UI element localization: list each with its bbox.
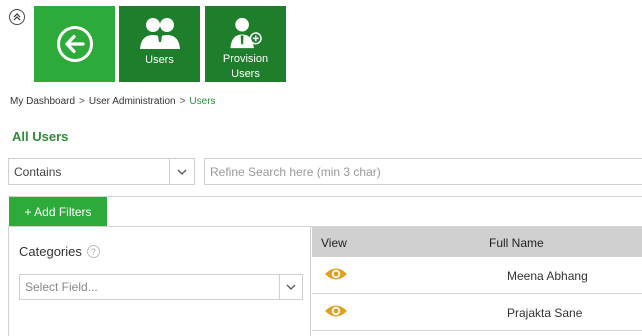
search-mode-select[interactable]: Contains xyxy=(8,158,195,185)
categories-panel: Categories ? Select Field... xyxy=(8,227,311,336)
users-tile-button[interactable]: Users xyxy=(119,6,200,82)
double-chevron-up-icon xyxy=(13,13,21,21)
search-mode-value: Contains xyxy=(14,164,62,179)
breadcrumb-item-dashboard[interactable]: My Dashboard xyxy=(10,96,75,107)
refine-search-input[interactable] xyxy=(204,158,642,185)
users-tile-label: Users xyxy=(145,54,174,66)
breadcrumb: My Dashboard > User Administration > Users xyxy=(10,96,216,107)
table-row[interactable]: Prajakta Sane xyxy=(312,294,642,331)
table-row[interactable]: Meena Abhang xyxy=(312,257,642,294)
users-group-icon xyxy=(139,18,180,49)
breadcrumb-separator: > xyxy=(179,96,186,107)
page-title: All Users xyxy=(12,129,69,144)
users-grid: View Full Name Meena Abhang Prajakta San… xyxy=(312,227,642,336)
provision-users-tile-button[interactable]: Provision Users xyxy=(205,6,286,82)
categories-heading: Categories ? xyxy=(19,244,100,259)
column-header-full-name[interactable]: Full Name xyxy=(489,236,544,250)
provision-tile-label-line2: Users xyxy=(231,68,260,80)
full-name-cell: Prajakta Sane xyxy=(507,306,583,320)
breadcrumb-separator: > xyxy=(79,96,85,107)
breadcrumb-item-current: Users xyxy=(189,96,216,107)
select-field-placeholder: Select Field... xyxy=(25,280,98,294)
chevron-down-icon xyxy=(169,159,194,184)
user-add-icon xyxy=(229,17,262,49)
eye-icon[interactable] xyxy=(324,266,348,282)
help-icon[interactable]: ? xyxy=(86,245,100,258)
collapse-toggle-button[interactable] xyxy=(9,9,25,25)
back-tile-button[interactable] xyxy=(34,6,115,82)
full-name-cell: Meena Abhang xyxy=(507,269,588,283)
breadcrumb-item-user-administration[interactable]: User Administration xyxy=(89,96,176,107)
chevron-down-icon xyxy=(279,275,302,299)
select-field-dropdown[interactable]: Select Field... xyxy=(19,274,303,300)
arrow-left-circle-icon xyxy=(56,26,93,62)
provision-tile-label-line1: Provision xyxy=(222,53,269,65)
add-filters-button[interactable]: + Add Filters xyxy=(9,197,107,226)
eye-icon[interactable] xyxy=(324,303,348,319)
categories-title: Categories xyxy=(19,244,82,259)
grid-header: View Full Name xyxy=(312,227,642,257)
column-header-view[interactable]: View xyxy=(321,236,347,250)
